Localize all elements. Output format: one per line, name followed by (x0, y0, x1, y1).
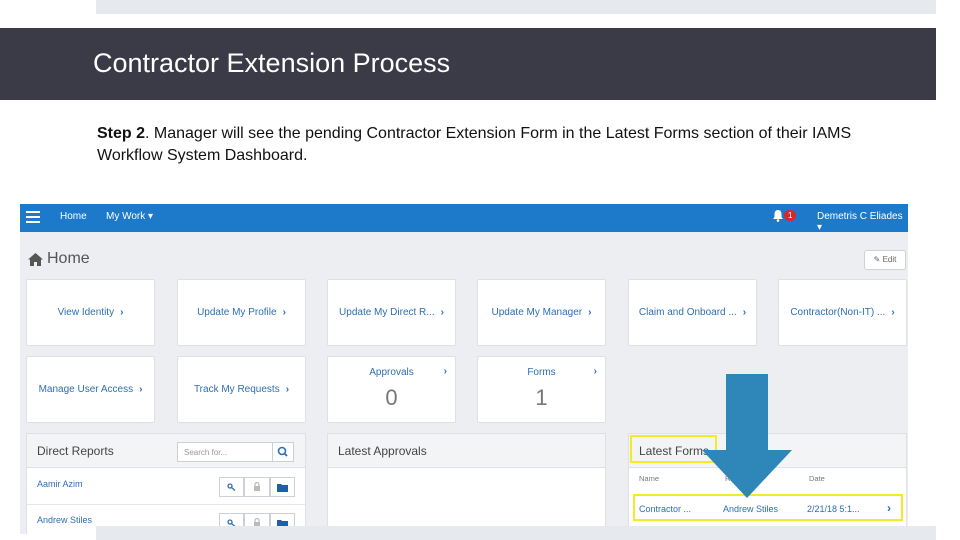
column-header-date: Date (809, 474, 825, 483)
chevron-right-icon: › (139, 384, 143, 395)
chevron-right-icon: › (593, 366, 597, 377)
nav-home-link[interactable]: Home (60, 211, 87, 222)
edit-button[interactable]: ✎ Edit (864, 250, 906, 270)
menu-icon[interactable] (26, 211, 40, 223)
folder-icon[interactable] (269, 477, 295, 497)
tile-contractor-non-it[interactable]: Contractor(Non-IT) ... › (778, 279, 907, 346)
tile-label: Manage User Access (38, 384, 134, 395)
lock-icon[interactable] (244, 477, 270, 497)
tile-label: Claim and Onboard ... (638, 307, 737, 318)
column-header-name: Name (639, 474, 660, 483)
edit-label: Edit (882, 255, 897, 264)
tile-label: View Identity (57, 307, 115, 318)
slide-title: Contractor Extension Process (93, 48, 451, 78)
search-icon (277, 446, 288, 457)
direct-reports-title: Direct Reports (37, 444, 114, 458)
tile-update-my-direct-reports[interactable]: Update My Direct R... › (327, 279, 456, 346)
form-requester: Andrew Stiles (723, 504, 779, 514)
top-decor-strip (96, 0, 936, 14)
down-arrow-pointer (702, 374, 792, 498)
top-navbar: Home My Work ▾ 1 Demetris C Eliades ▾ (20, 204, 908, 233)
nav-my-work-dropdown[interactable]: My Work ▾ (106, 211, 153, 222)
form-name[interactable]: Contractor ... (639, 504, 691, 514)
direct-report-name[interactable]: Aamir Azim (37, 479, 83, 489)
pencil-icon: ✎ (873, 255, 881, 264)
page-title-label: Home (47, 250, 90, 267)
form-date: 2/21/18 5:1... (807, 504, 860, 514)
chevron-right-icon: › (891, 307, 895, 318)
home-icon (28, 252, 43, 266)
chevron-right-icon: › (285, 384, 290, 395)
tile-update-my-profile[interactable]: Update My Profile › (177, 279, 306, 346)
chevron-right-icon: › (440, 307, 444, 318)
tile-label: Track My Requests (193, 384, 280, 395)
step-body: . Manager will see the pending Contracto… (97, 125, 852, 164)
tile-forms[interactable]: Forms › 1 (477, 356, 606, 423)
step-label: Step 2 (97, 125, 146, 142)
direct-reports-panel: Direct Reports Search for... Aamir Azim … (26, 433, 306, 534)
key-icon[interactable] (219, 477, 245, 497)
notification-badge: 1 (784, 210, 797, 221)
tile-label: Contractor(Non-IT) ... (790, 307, 886, 318)
tile-track-my-requests[interactable]: Track My Requests › (177, 356, 306, 423)
tile-update-my-manager[interactable]: Update My Manager › (477, 279, 606, 346)
direct-reports-header: Direct Reports Search for... (27, 434, 305, 468)
latest-approvals-panel: Latest Approvals (327, 433, 606, 534)
search-button[interactable] (272, 442, 294, 462)
forms-label: Forms (527, 367, 556, 378)
chevron-right-icon: › (588, 307, 592, 318)
tile-label: Update My Direct R... (339, 307, 435, 318)
direct-report-row: Aamir Azim (27, 469, 305, 505)
approvals-count: 0 (385, 385, 398, 410)
step-description: Step 2. Manager will see the pending Con… (97, 123, 887, 167)
bottom-decor-strip (96, 526, 936, 540)
chevron-right-icon: › (742, 307, 747, 318)
chevron-right-icon: › (443, 366, 447, 377)
approvals-label: Approvals (369, 367, 414, 378)
latest-form-row[interactable]: Contractor ... Andrew Stiles 2/21/18 5:1… (633, 494, 903, 521)
tile-manage-user-access[interactable]: Manage User Access › (26, 356, 155, 423)
direct-report-name[interactable]: Andrew Stiles (37, 515, 92, 525)
page-title: Home (28, 250, 90, 268)
direct-reports-search-input[interactable]: Search for... (177, 442, 273, 462)
user-menu[interactable]: Demetris C Eliades ▾ (817, 211, 908, 233)
chevron-right-icon: › (282, 307, 286, 318)
tile-approvals[interactable]: Approvals › 0 (327, 356, 456, 423)
latest-approvals-header: Latest Approvals (328, 434, 605, 468)
tile-claim-and-onboard[interactable]: Claim and Onboard ... › (628, 279, 757, 346)
tile-view-identity[interactable]: View Identity › (26, 279, 155, 346)
slide: Contractor Extension Process Step 2. Man… (0, 0, 960, 540)
chevron-right-icon[interactable]: › (887, 501, 891, 515)
bell-icon[interactable] (772, 209, 784, 222)
tile-label: Update My Profile (197, 307, 277, 318)
latest-approvals-title: Latest Approvals (338, 444, 427, 458)
chevron-right-icon: › (120, 307, 124, 318)
forms-count: 1 (535, 385, 548, 410)
tile-label: Update My Manager (491, 307, 583, 318)
direct-report-actions (219, 477, 295, 497)
